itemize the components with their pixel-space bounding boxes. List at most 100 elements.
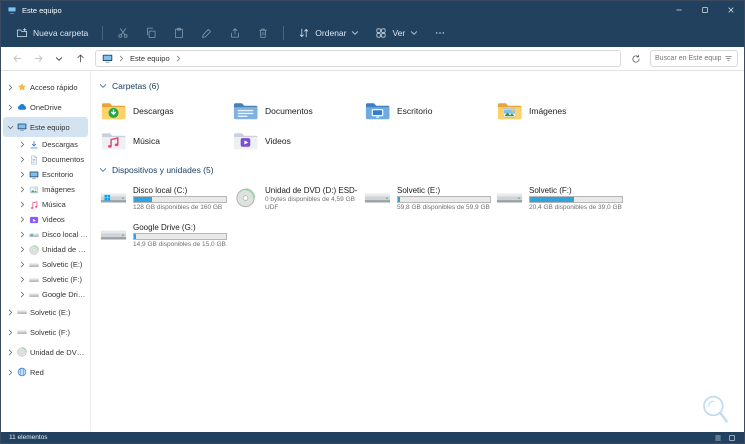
folder-item-escritorio[interactable]: Escritorio — [361, 97, 493, 124]
filter-icon[interactable] — [724, 54, 733, 63]
chevron-right-icon[interactable] — [19, 201, 26, 208]
thumbnail-view-icon[interactable] — [728, 434, 736, 442]
minimize-icon — [675, 6, 683, 14]
close-icon — [727, 6, 735, 14]
chevron-down-icon[interactable] — [7, 124, 14, 131]
cut-button[interactable] — [110, 23, 136, 43]
forward-button[interactable] — [28, 50, 48, 68]
sidebar-item-red[interactable]: Red — [3, 362, 88, 382]
folder-item-documentos[interactable]: Documentos — [229, 97, 361, 124]
back-button[interactable] — [7, 50, 27, 68]
drive-item-solvetic-e[interactable]: Solvetic (E:) 59,8 GB disponibles de 59,… — [361, 181, 493, 215]
sidebar-item-dvd-d-root[interactable]: Unidad de DVD (D:) — [3, 342, 88, 362]
sort-button[interactable]: Ordenar — [291, 23, 366, 43]
minimize-button[interactable] — [666, 1, 692, 19]
folder-item-musica[interactable]: Música — [97, 127, 229, 154]
drive-info: Google Drive (G:) 14,9 GB disponibles de… — [133, 223, 227, 248]
sidebar-item-acceso-rapido[interactable]: Acceso rápido — [3, 77, 88, 97]
sidebar-item-solvetic-e-root[interactable]: Solvetic (E:) — [3, 302, 88, 322]
video-icon — [29, 215, 39, 225]
chevron-down-icon[interactable] — [99, 82, 107, 90]
drive-item-solvetic-f[interactable]: Solvetic (F:) 20,4 GB disponibles de 39,… — [493, 181, 625, 215]
sidebar-item-solvetic-f-root[interactable]: Solvetic (F:) — [3, 322, 88, 342]
sidebar-item-descargas[interactable]: Descargas — [3, 137, 88, 152]
maximize-button[interactable] — [692, 1, 718, 19]
chevron-right-icon[interactable] — [7, 369, 14, 376]
sidebar-item-label: Imágenes — [42, 185, 75, 194]
chevron-right-icon[interactable] — [19, 276, 26, 283]
sidebar-item-label: Unidad de DVD (D:) — [42, 245, 88, 254]
sidebar-item-label: Solvetic (F:) — [42, 275, 83, 284]
pencil-icon — [201, 27, 213, 39]
sidebar-item-este-equipo[interactable]: Este equipo — [3, 117, 88, 137]
search-input[interactable] — [655, 55, 721, 62]
title-bar[interactable]: Este equipo — [1, 1, 744, 19]
chevron-right-icon[interactable] — [19, 231, 26, 238]
chevron-right-icon[interactable] — [19, 186, 26, 193]
document-icon — [29, 155, 39, 165]
chevron-right-icon[interactable] — [175, 55, 182, 62]
chevron-right-icon[interactable] — [19, 141, 26, 148]
refresh-button[interactable] — [626, 50, 646, 68]
picture-icon — [29, 185, 39, 195]
chevron-right-icon[interactable] — [19, 216, 26, 223]
sidebar-item-solvetic-e[interactable]: Solvetic (E:) — [3, 257, 88, 272]
folder-item-imagenes[interactable]: Imágenes — [493, 97, 625, 124]
chevron-down-icon[interactable] — [99, 166, 107, 174]
sidebar-item-google-drive-g[interactable]: Google Drive (G:) — [3, 287, 88, 302]
drive-item-disco-local-c[interactable]: Disco local (C:) 128 GB disponibles de 1… — [97, 181, 229, 215]
sidebar-item-dvd-d[interactable]: Unidad de DVD (D:) — [3, 242, 88, 257]
command-toolbar: Nueva carpeta Ordenar Ver — [1, 19, 744, 47]
sidebar-item-imagenes[interactable]: Imágenes — [3, 182, 88, 197]
section-header-folders[interactable]: Carpetas (6) — [99, 81, 740, 91]
arrow-right-icon — [33, 53, 44, 64]
more-options-button[interactable] — [427, 23, 453, 43]
folder-desktop-icon — [365, 101, 390, 121]
chevron-right-icon[interactable] — [7, 309, 14, 316]
drive-item-dvd-d[interactable]: Unidad de DVD (D:) ESD-ISO 0 bytes dispo… — [229, 181, 361, 215]
breadcrumb[interactable]: Este equipo — [130, 54, 170, 63]
chevron-right-icon[interactable] — [19, 246, 26, 253]
chevron-right-icon[interactable] — [19, 156, 26, 163]
toolbar-separator — [283, 26, 285, 40]
drive-icon — [17, 327, 27, 337]
share-button[interactable] — [222, 23, 248, 43]
address-input[interactable]: Este equipo — [95, 50, 621, 67]
refresh-icon — [631, 54, 641, 64]
folders-grid: Descargas Documentos Escritorio Imágenes… — [97, 97, 740, 154]
dvd-icon — [232, 188, 259, 208]
close-button[interactable] — [718, 1, 744, 19]
chevron-right-icon[interactable] — [7, 84, 14, 91]
new-folder-button[interactable]: Nueva carpeta — [9, 23, 95, 43]
sidebar-item-escritorio[interactable]: Escritorio — [3, 167, 88, 182]
delete-button[interactable] — [250, 23, 276, 43]
up-button[interactable] — [70, 50, 90, 68]
sidebar-item-onedrive[interactable]: OneDrive — [3, 97, 88, 117]
sidebar-item-musica[interactable]: Música — [3, 197, 88, 212]
dvd-icon — [29, 245, 39, 255]
sidebar-item-disco-local-c[interactable]: Disco local (C:) — [3, 227, 88, 242]
chevron-right-icon[interactable] — [19, 291, 26, 298]
chevron-right-icon[interactable] — [19, 171, 26, 178]
copy-icon — [145, 27, 157, 39]
sidebar-item-label: Google Drive (G:) — [42, 290, 88, 299]
list-view-icon[interactable] — [714, 434, 722, 442]
sidebar-item-documentos[interactable]: Documentos — [3, 152, 88, 167]
copy-button[interactable] — [138, 23, 164, 43]
folder-item-videos[interactable]: Videos — [229, 127, 361, 154]
chevron-right-icon[interactable] — [7, 349, 14, 356]
paste-button[interactable] — [166, 23, 192, 43]
section-header-devices[interactable]: Dispositivos y unidades (5) — [99, 165, 740, 175]
sidebar-item-solvetic-f[interactable]: Solvetic (F:) — [3, 272, 88, 287]
folder-item-descargas[interactable]: Descargas — [97, 97, 229, 124]
chevron-right-icon[interactable] — [19, 261, 26, 268]
recent-locations-button[interactable] — [49, 50, 69, 68]
sidebar-item-videos[interactable]: Videos — [3, 212, 88, 227]
drive-item-google-drive-g[interactable]: Google Drive (G:) 14,9 GB disponibles de… — [97, 218, 229, 252]
view-button[interactable]: Ver — [368, 23, 425, 43]
chevron-right-icon[interactable] — [7, 104, 14, 111]
sidebar-item-label: Escritorio — [42, 170, 74, 179]
chevron-right-icon[interactable] — [7, 329, 14, 336]
rename-button[interactable] — [194, 23, 220, 43]
monitor-icon — [29, 170, 39, 180]
